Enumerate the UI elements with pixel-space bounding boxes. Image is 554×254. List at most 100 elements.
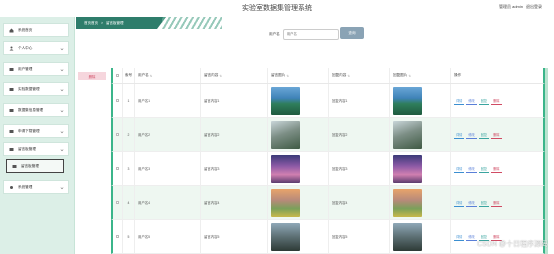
sidebar-item-label: 申请下载管理 (18, 128, 40, 133)
top-bar: 实验室数据集管理系统 管理员 admin 退出登录 (0, 0, 554, 17)
thumbnail-image[interactable] (393, 188, 422, 217)
download-icon (9, 129, 14, 134)
message-icon (9, 147, 14, 152)
edit-button[interactable]: 修改 (466, 97, 477, 105)
thumbnail-image[interactable] (393, 120, 422, 149)
row-message-image[interactable] (268, 118, 329, 151)
row-message-image[interactable] (268, 220, 329, 253)
row-reply-image[interactable] (390, 220, 451, 253)
breadcrumb-separator: > (101, 21, 104, 25)
column-header-content[interactable]: 留言内容 ⇅ (201, 68, 268, 83)
sidebar-item-label: 系统管理 (18, 184, 33, 189)
reply-button[interactable]: 回复 (478, 131, 490, 139)
row-delete-button[interactable]: 删除 (491, 97, 502, 105)
row-reply: 回复内容5 (329, 220, 390, 253)
column-header-label: 留言内容 (204, 73, 219, 77)
row-reply: 回复内容2 (329, 118, 390, 151)
column-header-user[interactable]: 用户名 ⇅ (135, 68, 201, 83)
detail-button[interactable]: 详情 (454, 199, 465, 207)
row-reply: 回复内容1 (329, 84, 390, 117)
thumbnail-image[interactable] (271, 86, 300, 115)
row-checkbox[interactable] (113, 186, 123, 219)
row-reply-image[interactable] (390, 152, 451, 185)
thumbnail-image[interactable] (393, 222, 422, 251)
table-row: 3 用户名3 留言内容3 回复内容3 详情 修改 回复 删除 (111, 152, 545, 186)
detail-button[interactable]: 详情 (454, 97, 465, 105)
thumbnail-image[interactable] (271, 120, 300, 149)
thumbnail-image[interactable] (393, 154, 422, 183)
edit-button[interactable]: 修改 (466, 199, 477, 207)
column-header-reply[interactable]: 回复内容 ⇅ (329, 68, 390, 83)
row-reply-image[interactable] (390, 118, 451, 151)
breadcrumb: 首页首页 > 留言板管理 (76, 17, 166, 29)
row-checkbox[interactable] (113, 152, 123, 185)
sidebar-item-profile[interactable]: 个人中心 (3, 41, 69, 55)
sidebar-item-message-board[interactable]: 留言板管理 (3, 142, 69, 156)
row-delete-button[interactable]: 删除 (491, 165, 502, 173)
sidebar-item-label: 留言板管理 (21, 163, 39, 168)
sidebar-item-label: 个人中心 (18, 45, 33, 50)
decorative-stripes (162, 17, 222, 29)
row-content: 留言内容2 (201, 118, 268, 151)
message-icon (12, 164, 17, 169)
sidebar-item-experiment-data[interactable]: 实验数据管理 (3, 82, 69, 96)
detail-button[interactable]: 详情 (454, 165, 465, 173)
row-checkbox[interactable] (113, 84, 123, 117)
select-all-checkbox[interactable] (113, 68, 123, 83)
reply-button[interactable]: 回复 (478, 97, 490, 105)
row-content: 留言内容5 (201, 220, 268, 253)
chevron-down-icon (59, 87, 64, 92)
row-user: 用户名2 (135, 118, 201, 151)
sidebar-item-label: 用户管理 (18, 66, 33, 71)
sort-icon: ⇅ (286, 73, 289, 78)
table-scrollbar[interactable] (545, 68, 548, 254)
sidebar-item-dataset-info[interactable]: 数据集信息管理 (3, 103, 69, 117)
sort-icon: ⇅ (149, 73, 153, 78)
user-icon (9, 46, 14, 51)
search-input[interactable] (282, 28, 339, 40)
row-delete-button[interactable]: 删除 (491, 131, 502, 139)
row-delete-button[interactable]: 删除 (491, 199, 502, 207)
breadcrumb-home[interactable]: 首页首页 (84, 21, 98, 26)
thumbnail-image[interactable] (271, 222, 300, 251)
search-button[interactable]: 查询 (340, 27, 364, 39)
reply-button[interactable]: 回复 (478, 165, 490, 173)
sidebar-item-home[interactable]: 系统首页 (3, 23, 69, 37)
column-header-index: 索号 (123, 68, 135, 83)
sidebar-item-label: 系统首页 (18, 27, 33, 32)
delete-button[interactable]: 删除 (78, 72, 106, 80)
sort-icon: ⇅ (219, 73, 222, 78)
reply-button[interactable]: 回复 (478, 199, 490, 207)
row-checkbox[interactable] (113, 118, 123, 151)
column-header-image[interactable]: 留言图片 ⇅ (268, 68, 329, 83)
sort-icon: ⇅ (408, 73, 411, 78)
edit-button[interactable]: 修改 (466, 233, 477, 241)
column-header-reply-image[interactable]: 回复图片 ⇅ (390, 68, 451, 83)
row-user: 用户名1 (135, 84, 201, 117)
edit-button[interactable]: 修改 (466, 165, 477, 173)
detail-button[interactable]: 详情 (454, 233, 465, 241)
thumbnail-image[interactable] (393, 86, 422, 115)
row-actions: 详情 修改 回复 删除 (451, 186, 543, 219)
thumbnail-image[interactable] (271, 154, 300, 183)
column-header-actions: 操作 (454, 73, 462, 77)
sidebar-item-system[interactable]: 系统管理 (3, 180, 69, 194)
chevron-down-icon (59, 129, 64, 134)
sidebar-item-message-board-active[interactable]: 留言板管理 (6, 159, 64, 173)
logout-link[interactable]: 退出登录 (526, 4, 542, 10)
row-reply-image[interactable] (390, 186, 451, 219)
edit-button[interactable]: 修改 (466, 131, 477, 139)
sidebar-item-download-requests[interactable]: 申请下载管理 (3, 124, 69, 138)
row-message-image[interactable] (268, 84, 329, 117)
row-message-image[interactable] (268, 152, 329, 185)
detail-button[interactable]: 详情 (454, 131, 465, 139)
user-area: 管理员 admin 退出登录 (499, 4, 542, 10)
sidebar-item-users[interactable]: 用户管理 (3, 62, 69, 76)
row-checkbox[interactable] (113, 220, 123, 253)
row-reply: 回复内容3 (329, 152, 390, 185)
row-message-image[interactable] (268, 186, 329, 219)
chevron-down-icon (59, 46, 64, 51)
row-reply-image[interactable] (390, 84, 451, 117)
thumbnail-image[interactable] (271, 188, 300, 217)
settings-icon (9, 185, 14, 190)
